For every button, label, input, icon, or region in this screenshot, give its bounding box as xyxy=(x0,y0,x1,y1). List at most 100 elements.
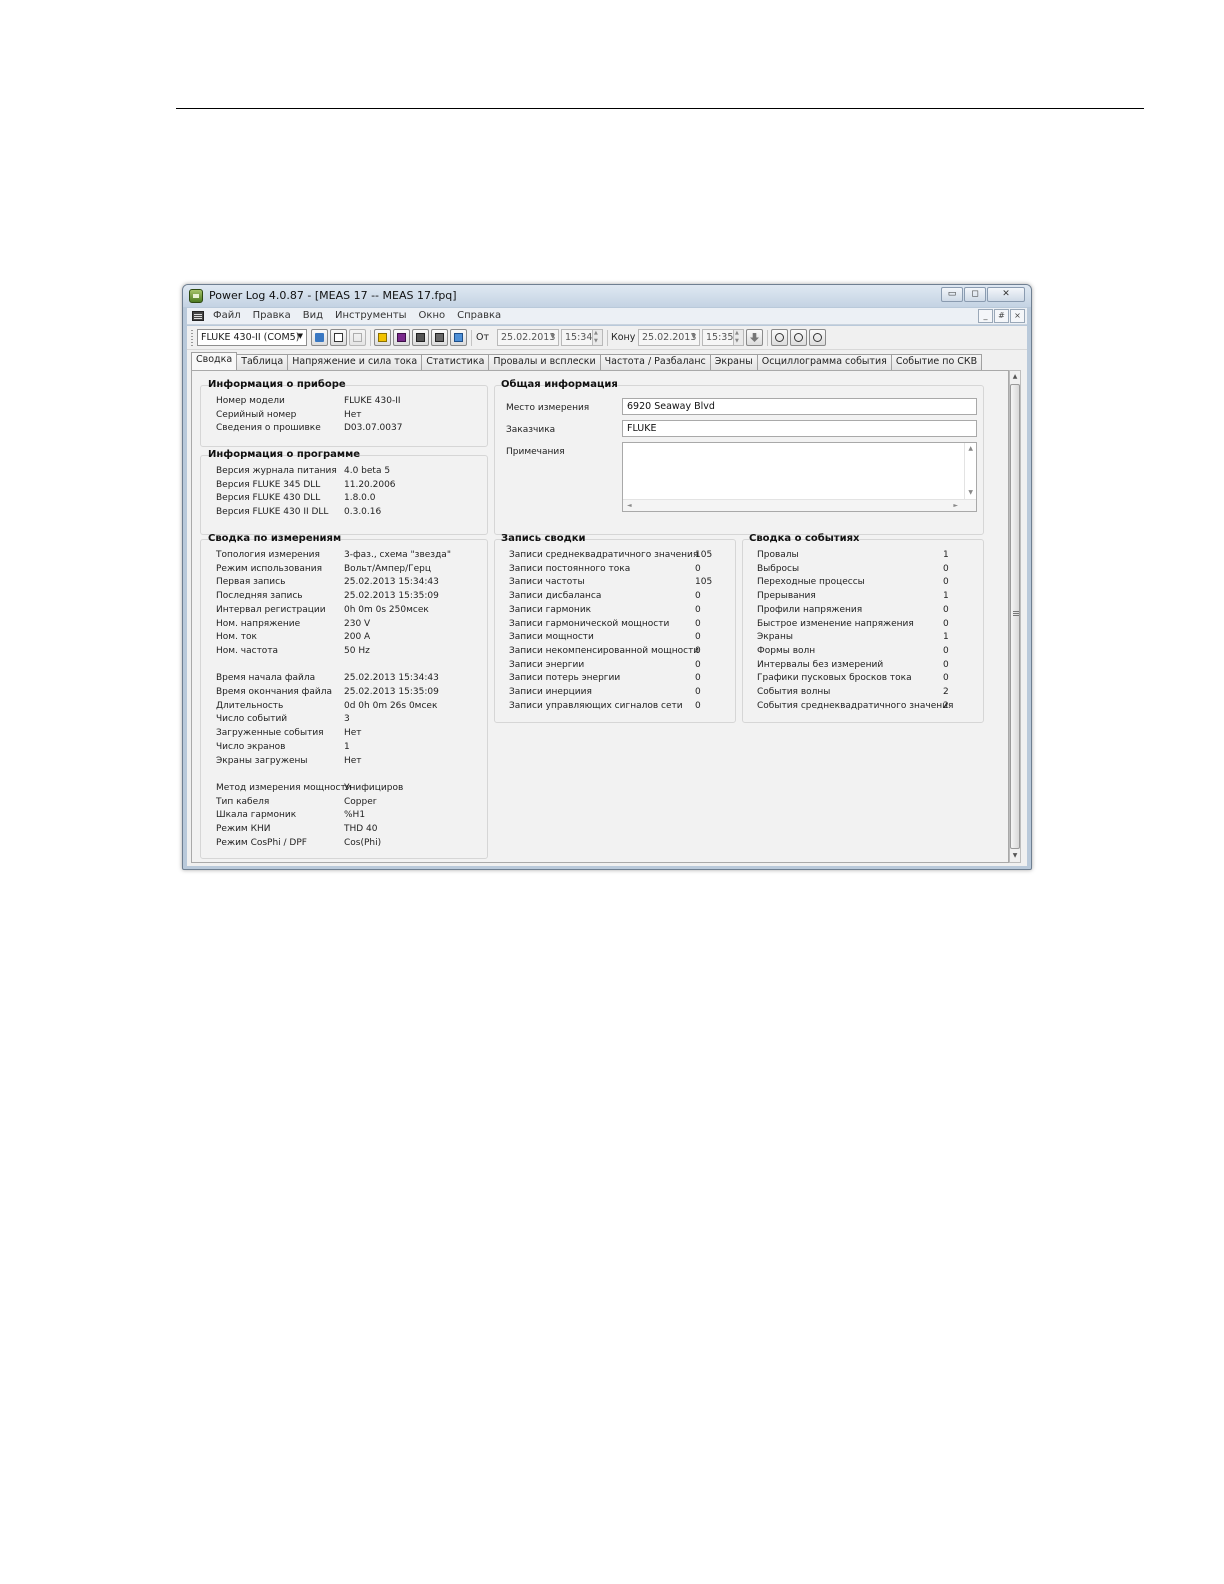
window-button[interactable] xyxy=(330,329,347,346)
row-value: 0 xyxy=(943,659,949,670)
export-button[interactable] xyxy=(349,329,366,346)
tab-frequency-unbalance[interactable]: Частота / Разбаланс xyxy=(599,354,711,370)
tab-event-waveform[interactable]: Осциллограмма события xyxy=(756,354,892,370)
row-label: Записи некомпенсированной мощности xyxy=(509,645,700,656)
tab-table[interactable]: Таблица xyxy=(236,354,289,370)
measurement-summary-row: Метод измерения мощности Унифициров xyxy=(216,782,496,794)
download-button[interactable] xyxy=(311,329,328,346)
row-label: Записи гармоник xyxy=(509,604,592,615)
row-value: 25.02.2013 15:35:09 xyxy=(344,687,439,697)
minimize-button[interactable]: ▭ xyxy=(941,287,963,302)
scroll-right-icon[interactable]: ► xyxy=(953,502,958,509)
toolbar-grip[interactable] xyxy=(191,330,193,346)
title-bar[interactable]: Power Log 4.0.87 - [MEAS 17 -- MEAS 17.f… xyxy=(183,285,1031,307)
menu-view[interactable]: Вид xyxy=(303,310,323,321)
menu-tools[interactable]: Инструменты xyxy=(335,310,407,321)
main-vertical-scrollbar[interactable]: ▲ ▼ xyxy=(1009,370,1021,863)
maximize-button[interactable]: ◻ xyxy=(964,287,986,302)
zoom-in-icon xyxy=(775,333,784,342)
device-info-row: Серийный номер Нет xyxy=(216,409,496,421)
to-date-field[interactable]: 25.02.2013 ▼ xyxy=(638,329,700,346)
close-button[interactable]: ✕ xyxy=(987,287,1025,302)
measurement-summary-row: Тип кабеля Copper xyxy=(216,796,496,808)
scroll-up-icon[interactable]: ▲ xyxy=(1010,371,1020,383)
report-button[interactable] xyxy=(450,329,467,346)
to-time-field[interactable]: 15:35 xyxy=(702,329,734,346)
program-info-row: Версия журнала питания 4.0 beta 5 xyxy=(216,465,496,477)
row-label: Записи потерь энергии xyxy=(509,673,621,684)
row-label: Топология измерения xyxy=(216,550,320,560)
row-value: 25.02.2013 15:35:09 xyxy=(344,591,439,602)
menu-file[interactable]: Файл xyxy=(213,310,241,321)
zoom-out-icon xyxy=(794,333,803,342)
tab-voltage-current[interactable]: Напряжение и сила тока xyxy=(287,354,423,370)
row-value: 230 V xyxy=(344,618,371,629)
notes-textarea[interactable]: ▲ ▼ ◄ ► xyxy=(622,442,977,512)
program-info-row: Версия FLUKE 430 II DLL 0.3.0.16 xyxy=(216,506,496,518)
from-time-field[interactable]: 15:34 xyxy=(561,329,593,346)
tab-screens[interactable]: Экраны xyxy=(709,354,758,370)
row-value: 0 xyxy=(695,687,701,697)
measurement-summary-row: Загруженные события Нет xyxy=(216,727,496,739)
customer-input[interactable]: FLUKE xyxy=(622,420,977,437)
row-value: 3-фаз., схема "звезда" xyxy=(344,550,451,560)
customer-label: Заказчика xyxy=(506,425,556,435)
doc-minimize-button[interactable]: _ xyxy=(978,309,993,323)
menu-window[interactable]: Окно xyxy=(419,310,446,321)
doc-restore-button[interactable]: # xyxy=(994,309,1009,323)
tab-rms-event[interactable]: Событие по СКВ xyxy=(890,354,983,370)
row-label: События волны xyxy=(757,687,831,697)
from-time-spinner[interactable] xyxy=(592,329,603,346)
print-button[interactable] xyxy=(412,329,429,346)
row-value: 0 xyxy=(695,618,701,629)
event-summary-row: Переходные процессы 0 xyxy=(757,576,1031,588)
new-button[interactable] xyxy=(374,329,391,346)
from-date-field[interactable]: 25.02.2013 ▼ xyxy=(497,329,559,346)
save-button[interactable] xyxy=(393,329,410,346)
zoom-out-button[interactable] xyxy=(790,329,807,346)
location-input[interactable]: 6920 Seaway Blvd xyxy=(622,398,977,415)
general-info-title: Общая информация xyxy=(501,379,618,390)
scrollbar-thumb[interactable] xyxy=(1010,384,1020,849)
row-label: Режим КНИ xyxy=(216,824,271,834)
row-label: Время окончания файла xyxy=(216,687,332,697)
record-summary-row: Записи инерциия 0 xyxy=(509,686,789,698)
zoom-reset-icon xyxy=(813,333,822,342)
toolbar-separator xyxy=(607,330,608,346)
notes-horizontal-scrollbar[interactable] xyxy=(623,499,976,511)
menu-edit[interactable]: Правка xyxy=(253,310,291,321)
row-label: Версия FLUKE 345 DLL xyxy=(216,479,321,490)
scroll-left-icon[interactable]: ◄ xyxy=(627,502,632,509)
menu-help[interactable]: Справка xyxy=(457,310,501,321)
apply-range-button[interactable] xyxy=(746,329,763,346)
row-label: Режим CosPhi / DPF xyxy=(216,837,307,848)
doc-close-button[interactable]: × xyxy=(1010,309,1025,323)
row-value: 0d 0h 0m 26s 0мсек xyxy=(344,700,438,711)
row-value: Унифициров xyxy=(344,782,404,793)
document-menu-icon[interactable] xyxy=(192,311,204,321)
event-summary-row: События волны 2 xyxy=(757,686,1031,698)
scroll-up-icon[interactable]: ▲ xyxy=(968,445,973,452)
to-time-spinner[interactable] xyxy=(733,329,744,346)
tab-summary[interactable]: Сводка xyxy=(191,352,238,370)
zoom-reset-button[interactable] xyxy=(809,329,826,346)
measurement-summary-row: Последняя запись 25.02.2013 15:35:09 xyxy=(216,590,496,602)
window-icon xyxy=(334,333,343,342)
row-value: 0 xyxy=(695,563,701,574)
scroll-down-icon[interactable]: ▼ xyxy=(1010,850,1020,862)
row-label: Ном. ток xyxy=(216,632,257,643)
scroll-down-icon[interactable]: ▼ xyxy=(968,489,973,496)
tab-dips-swells[interactable]: Провалы и всплески xyxy=(488,354,601,370)
record-summary-row: Записи мощности 0 xyxy=(509,631,789,643)
record-summary-row: Записи гармонической мощности 0 xyxy=(509,618,789,630)
row-value: Нет xyxy=(344,409,362,420)
row-value: 1.8.0.0 xyxy=(344,493,376,504)
to-time-value: 15:35 xyxy=(706,332,734,343)
device-select[interactable]: FLUKE 430-II (COM5) ▼ xyxy=(197,329,307,346)
print-preview-button[interactable] xyxy=(431,329,448,346)
row-value: 0 xyxy=(695,604,701,615)
row-label: Ном. частота xyxy=(216,645,279,656)
tab-statistics[interactable]: Статистика xyxy=(421,354,490,370)
row-value: FLUKE 430-II xyxy=(344,396,401,406)
zoom-in-button[interactable] xyxy=(771,329,788,346)
